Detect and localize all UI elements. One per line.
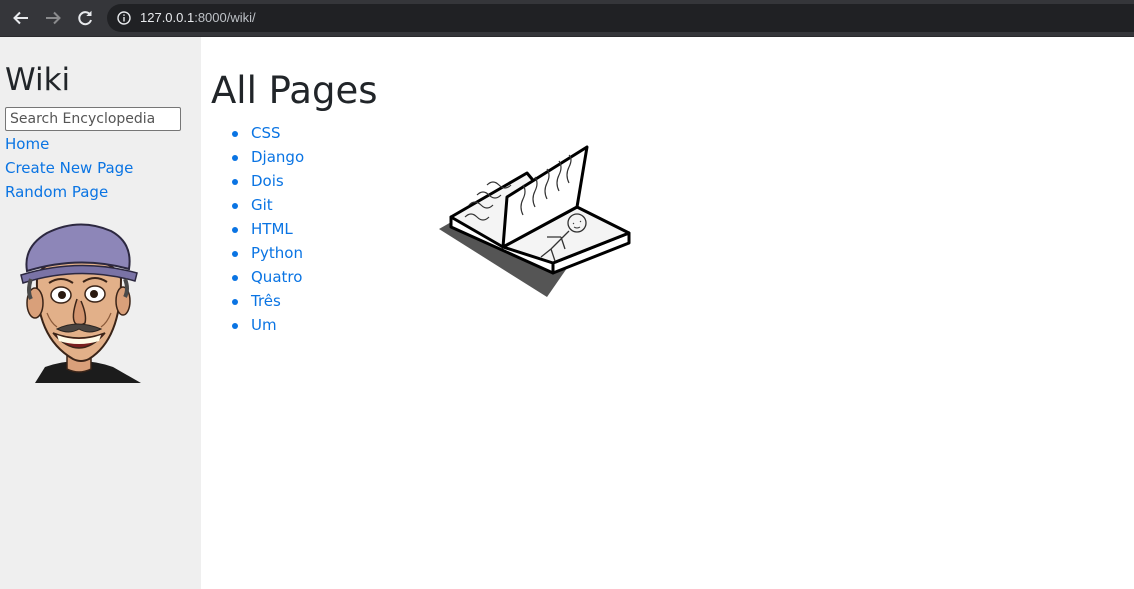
- bullet-icon: [232, 203, 238, 209]
- entry-link-um[interactable]: Um: [251, 315, 277, 335]
- site-title: Wiki: [5, 62, 71, 98]
- arrow-right-icon: [46, 11, 61, 25]
- bullet-icon: [232, 299, 238, 305]
- open-book-illustration: [439, 145, 631, 297]
- bullet-icon: [232, 155, 238, 161]
- entry-link-tres[interactable]: Três: [251, 291, 281, 311]
- bullet-icon: [232, 131, 238, 137]
- entry-link-git[interactable]: Git: [251, 195, 273, 215]
- info-icon: [117, 11, 131, 25]
- url-host: 127.0.0.1: [140, 10, 195, 25]
- sidebar: Wiki Home Create New Page Random Page: [0, 37, 201, 589]
- entry-link-python[interactable]: Python: [251, 243, 303, 263]
- bullet-icon: [232, 179, 238, 185]
- arrow-left-icon: [13, 11, 28, 25]
- entry-link-quatro[interactable]: Quatro: [251, 267, 302, 287]
- search-input[interactable]: [5, 107, 181, 131]
- page-heading: All Pages: [211, 69, 378, 112]
- url-path: :8000/wiki/: [194, 10, 256, 25]
- main-content: All Pages CSS Django Dois Git HTML Pytho…: [201, 37, 1134, 589]
- caricature-portrait-image: [20, 223, 141, 383]
- entry-link-dois[interactable]: Dois: [251, 171, 284, 191]
- random-page-link[interactable]: Random Page: [5, 182, 108, 202]
- entry-link-html[interactable]: HTML: [251, 219, 293, 239]
- reload-button[interactable]: [73, 6, 97, 30]
- address-bar[interactable]: 127.0.0.1:8000/wiki/: [107, 4, 1134, 32]
- browser-toolbar: 127.0.0.1:8000/wiki/: [0, 0, 1134, 37]
- reload-icon: [78, 10, 92, 26]
- entry-link-css[interactable]: CSS: [251, 123, 281, 143]
- forward-button[interactable]: [41, 6, 65, 30]
- home-link[interactable]: Home: [5, 134, 49, 154]
- bullet-icon: [232, 251, 238, 257]
- bullet-icon: [232, 323, 238, 329]
- bullet-icon: [232, 227, 238, 233]
- entry-link-django[interactable]: Django: [251, 147, 304, 167]
- bullet-icon: [232, 275, 238, 281]
- url-text: 127.0.0.1:8000/wiki/: [140, 10, 256, 26]
- back-button[interactable]: [9, 6, 33, 30]
- create-new-page-link[interactable]: Create New Page: [5, 158, 133, 178]
